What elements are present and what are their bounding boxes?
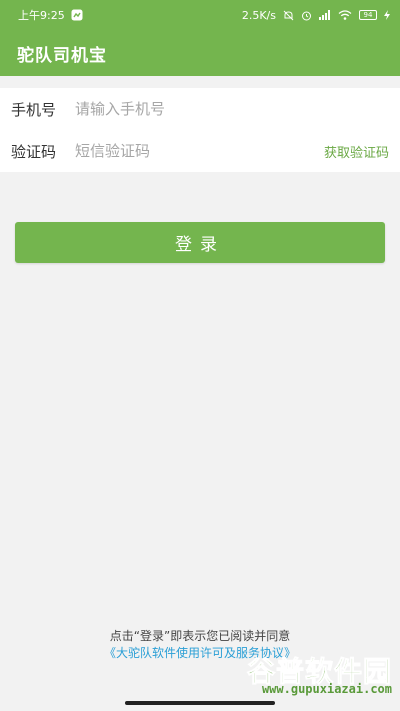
phone-row: 手机号 [0, 88, 400, 130]
get-code-button[interactable]: 获取验证码 [324, 142, 389, 161]
battery-icon: 94 [359, 10, 377, 20]
status-left: 上午9:25 [18, 7, 83, 23]
gesture-bar[interactable] [125, 701, 275, 705]
login-button[interactable]: 登录 [15, 222, 385, 263]
status-time: 上午9:25 [18, 9, 65, 22]
page-title: 驼队司机宝 [17, 45, 107, 66]
charging-icon [384, 10, 390, 20]
watermark-url: www.gupuxiazai.com [261, 682, 392, 696]
signal-icon [319, 10, 331, 20]
code-label: 验证码 [11, 142, 57, 161]
status-bar: 上午9:25 2.5K/s 94 [0, 0, 400, 30]
agreement-notice: 点击“登录”即表示您已阅读并同意 [109, 629, 291, 643]
alarm-icon [301, 10, 312, 21]
wifi-icon [338, 10, 352, 20]
app-bar: 驼队司机宝 [0, 30, 400, 76]
code-input[interactable] [75, 136, 324, 166]
phone-input[interactable] [75, 94, 389, 124]
agreement-link[interactable]: 《大驼队软件使用许可及服务协议》 [0, 645, 400, 662]
phone-label: 手机号 [11, 100, 57, 119]
agreement: 点击“登录”即表示您已阅读并同意 《大驼队软件使用许可及服务协议》 [0, 628, 400, 662]
login-screen: 上午9:25 2.5K/s 94 驼队司机宝 手机号 请输入手机号 验证码 短信… [0, 0, 400, 711]
login-form: 手机号 验证码 获取验证码 [0, 88, 400, 172]
code-row: 验证码 获取验证码 [0, 130, 400, 172]
status-right: 2.5K/s 94 [242, 9, 390, 22]
mute-icon [283, 10, 294, 21]
status-net-speed: 2.5K/s [241, 8, 276, 22]
notification-icon [71, 9, 83, 21]
